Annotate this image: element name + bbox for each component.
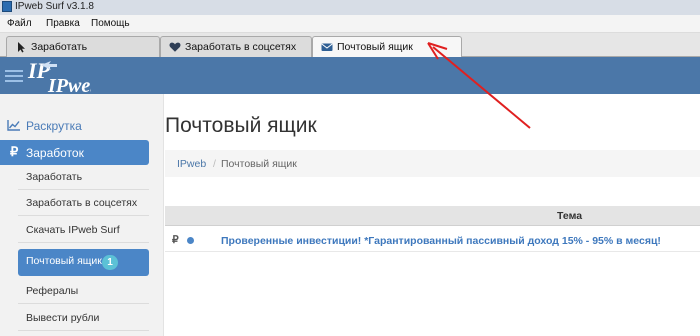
- sidebar-subitem-withdraw[interactable]: Вывести рубли: [18, 306, 149, 331]
- sidebar-subitem-label: Заработать: [26, 171, 83, 183]
- column-header-subject[interactable]: Тема: [557, 210, 582, 222]
- envelope-icon: [321, 43, 333, 51]
- heart-icon: [169, 42, 181, 52]
- sidebar-subitem-referrals[interactable]: Рефералы: [18, 279, 149, 304]
- ruble-icon: ₽: [10, 144, 19, 159]
- title-bar: IPweb Surf v3.1.8: [0, 0, 700, 15]
- menu-edit[interactable]: Правка: [46, 18, 80, 30]
- table-header: Тема: [165, 206, 700, 226]
- tab-strip: Заработать Заработать в соцсетях Почтовы…: [0, 33, 700, 58]
- unread-count-badge: 1: [102, 255, 118, 270]
- sidebar-item-label: Заработок: [26, 146, 84, 160]
- sidebar-subitem-label: Почтовый ящик: [26, 255, 102, 267]
- logo-text: IPweb: [47, 75, 91, 95]
- breadcrumb: IPweb / Почтовый ящик: [165, 150, 700, 177]
- line-chart-icon: [7, 120, 20, 131]
- sidebar-subitem-earn[interactable]: Заработать: [18, 165, 149, 190]
- cursor-icon: [18, 42, 25, 53]
- app-icon: [2, 1, 12, 12]
- table-row[interactable]: ₽ Проверенные инвестиции! *Гарантированн…: [165, 230, 700, 252]
- tab-label: Заработать в соцсетях: [185, 41, 297, 53]
- breadcrumb-current: Почтовый ящик: [221, 158, 297, 170]
- ipweb-logo[interactable]: IP IPweb: [27, 59, 91, 95]
- sidebar-subitem-label: Вывести рубли: [26, 312, 100, 324]
- ruble-icon: ₽: [172, 234, 179, 246]
- breadcrumb-separator: /: [213, 158, 216, 170]
- menu-toggle-icon[interactable]: [5, 70, 23, 83]
- menu-bar: Файл Правка Помощь: [0, 15, 700, 33]
- breadcrumb-home-link[interactable]: IPweb: [177, 158, 206, 170]
- sidebar-subitem-mailbox[interactable]: Почтовый ящик 1: [18, 249, 149, 276]
- app-window: IPweb Surf v3.1.8 Файл Правка Помощь Зар…: [0, 0, 700, 336]
- menu-help[interactable]: Помощь: [91, 18, 130, 30]
- window-title: IPweb Surf v3.1.8: [15, 1, 94, 12]
- sidebar-subitem-label: Скачать IPweb Surf: [26, 224, 120, 236]
- tab-label: Почтовый ящик: [337, 41, 413, 53]
- tab-earn[interactable]: Заработать: [6, 36, 160, 57]
- menu-file[interactable]: Файл: [7, 18, 32, 30]
- page-title: Почтовый ящик: [165, 114, 317, 137]
- tab-label: Заработать: [31, 41, 88, 53]
- sidebar-subitem-earn-social[interactable]: Заработать в соцсетях: [18, 191, 149, 216]
- message-subject-link[interactable]: Проверенные инвестиции! *Гарантированный…: [221, 235, 661, 247]
- sidebar-item-earnings[interactable]: ₽ Заработок: [0, 140, 149, 165]
- sidebar-item-label: Раскрутка: [26, 119, 82, 133]
- sidebar-subitem-label: Рефералы: [26, 285, 79, 297]
- tab-mailbox[interactable]: Почтовый ящик: [312, 36, 462, 58]
- app-header: [0, 57, 700, 94]
- sidebar-subitem-download-surf[interactable]: Скачать IPweb Surf: [18, 218, 149, 243]
- sidebar-item-promotion[interactable]: Раскрутка: [0, 112, 164, 138]
- unread-dot-icon: [187, 237, 194, 244]
- sidebar-subitem-label: Заработать в соцсетях: [26, 197, 138, 209]
- tab-earn-social[interactable]: Заработать в соцсетях: [160, 36, 312, 57]
